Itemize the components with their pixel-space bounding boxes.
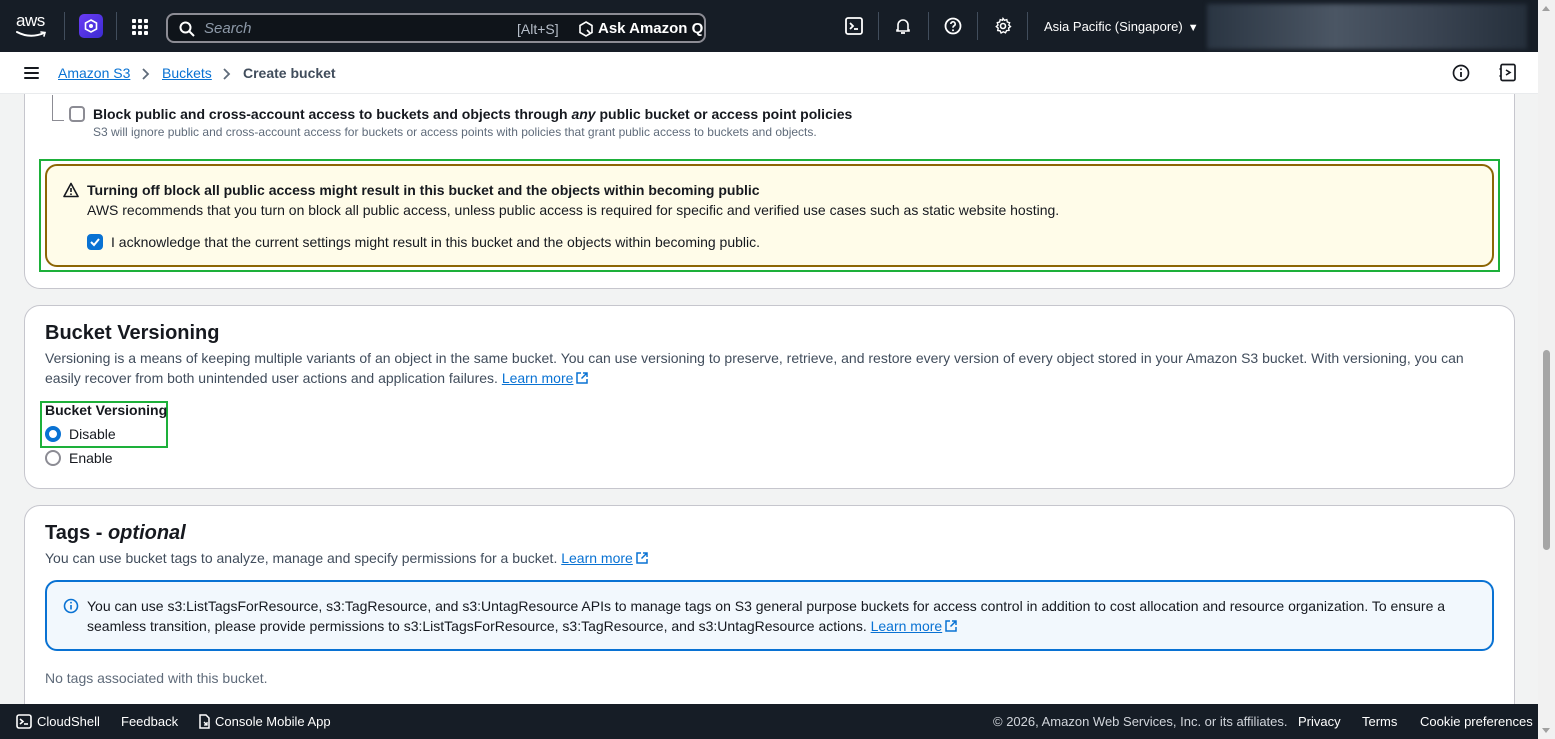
settings-gear-icon[interactable] bbox=[994, 17, 1012, 35]
breadcrumb-create-bucket: Create bucket bbox=[243, 65, 336, 81]
footer: CloudShell Feedback Console Mobile App ©… bbox=[0, 704, 1538, 739]
cloudshell-icon[interactable] bbox=[16, 714, 32, 729]
block-any-policy-description: S3 will ignore public and cross-account … bbox=[93, 125, 817, 139]
search-shortcut: [Alt+S] bbox=[517, 21, 559, 37]
scroll-down-icon[interactable] bbox=[1542, 728, 1550, 733]
versioning-enable-label[interactable]: Enable bbox=[69, 450, 113, 466]
aws-logo-text: aws bbox=[16, 11, 45, 30]
region-selector[interactable]: Asia Pacific (Singapore) ▼ bbox=[1044, 19, 1199, 34]
checkmark-icon bbox=[90, 238, 100, 247]
tags-info-text: You can use s3:ListTagsForResource, s3:T… bbox=[87, 598, 1446, 634]
tags-info-learn-more-link[interactable]: Learn more bbox=[871, 618, 943, 634]
chevron-right-icon bbox=[141, 65, 150, 83]
services-grid-icon[interactable] bbox=[132, 19, 148, 35]
mobile-app-icon[interactable] bbox=[198, 714, 211, 729]
nav-divider bbox=[928, 12, 929, 40]
aws-logo[interactable]: aws bbox=[16, 12, 50, 40]
nav-divider bbox=[1027, 12, 1028, 40]
tree-connector bbox=[52, 95, 64, 121]
help-icon[interactable] bbox=[944, 17, 962, 35]
nav-divider bbox=[878, 12, 879, 40]
tags-heading: Tags - optional bbox=[45, 522, 186, 544]
top-navigation: aws Search [Alt+S] Ask Amazon Q Asia Pac… bbox=[0, 0, 1555, 52]
scrollbar-thumb[interactable] bbox=[1543, 350, 1550, 550]
versioning-description: Versioning is a means of keeping multipl… bbox=[45, 350, 1464, 386]
notifications-bell-icon[interactable] bbox=[894, 17, 912, 35]
nav-divider bbox=[977, 12, 978, 40]
versioning-field-label: Bucket Versioning bbox=[45, 402, 168, 418]
external-link-icon[interactable] bbox=[576, 372, 589, 384]
footer-feedback[interactable]: Feedback bbox=[121, 714, 178, 729]
acknowledge-checkbox[interactable] bbox=[87, 234, 103, 250]
warning-title: Turning off block all public access migh… bbox=[87, 182, 760, 198]
scroll-up-icon[interactable] bbox=[1542, 6, 1550, 11]
aws-smile-icon bbox=[16, 31, 47, 37]
tags-description: You can use bucket tags to analyze, mana… bbox=[45, 548, 648, 568]
footer-cloudshell[interactable]: CloudShell bbox=[37, 714, 100, 729]
cloudshell-icon[interactable] bbox=[845, 17, 863, 35]
page-scrollbar[interactable] bbox=[1538, 0, 1555, 739]
breadcrumb-bar: Amazon S3 Buckets Create bucket bbox=[0, 52, 1538, 94]
breadcrumb-amazon-s3[interactable]: Amazon S3 bbox=[58, 65, 130, 81]
menu-hamburger-icon[interactable] bbox=[24, 67, 39, 79]
block-any-policy-title: Block public and cross-account access to… bbox=[93, 106, 853, 122]
versioning-enable-radio[interactable] bbox=[45, 450, 61, 466]
caret-down-icon: ▼ bbox=[1187, 22, 1199, 34]
info-icon bbox=[63, 598, 79, 614]
versioning-learn-more-link[interactable]: Learn more bbox=[502, 370, 574, 386]
search-input[interactable]: Search [Alt+S] Ask Amazon Q bbox=[166, 13, 706, 43]
acknowledge-label[interactable]: I acknowledge that the current settings … bbox=[111, 234, 760, 250]
footer-mobile-app[interactable]: Console Mobile App bbox=[215, 714, 331, 729]
nav-divider bbox=[116, 12, 117, 40]
region-label: Asia Pacific (Singapore) bbox=[1044, 19, 1183, 34]
nav-divider bbox=[64, 12, 65, 40]
breadcrumb-buckets[interactable]: Buckets bbox=[162, 65, 212, 81]
external-link-icon[interactable] bbox=[945, 620, 957, 632]
info-panel-icon[interactable] bbox=[1452, 64, 1470, 82]
warning-icon bbox=[63, 182, 79, 198]
versioning-disable-radio[interactable] bbox=[45, 426, 61, 442]
ask-amazon-q-button[interactable]: Ask Amazon Q bbox=[598, 20, 703, 37]
search-icon bbox=[179, 21, 195, 37]
footer-terms[interactable]: Terms bbox=[1362, 714, 1397, 729]
block-any-policy-checkbox[interactable] bbox=[69, 106, 85, 122]
tags-learn-more-link[interactable]: Learn more bbox=[561, 550, 633, 566]
app-shortcut-icon[interactable] bbox=[79, 14, 103, 38]
footer-copyright: © 2026, Amazon Web Services, Inc. or its… bbox=[993, 714, 1288, 729]
bucket-versioning-card bbox=[24, 305, 1515, 489]
versioning-disable-label[interactable]: Disable bbox=[69, 426, 116, 442]
footer-cookie-preferences[interactable]: Cookie preferences bbox=[1420, 714, 1533, 729]
no-tags-message: No tags associated with this bucket. bbox=[45, 670, 268, 686]
versioning-heading: Bucket Versioning bbox=[45, 322, 220, 344]
search-placeholder: Search bbox=[204, 20, 252, 37]
side-panel-icon[interactable] bbox=[1499, 63, 1517, 82]
account-menu-redacted[interactable] bbox=[1207, 4, 1527, 49]
amazon-q-icon bbox=[579, 21, 593, 37]
external-link-icon[interactable] bbox=[636, 552, 648, 564]
chevron-right-icon bbox=[222, 65, 231, 83]
footer-privacy[interactable]: Privacy bbox=[1298, 714, 1341, 729]
warning-body: AWS recommends that you turn on block al… bbox=[87, 202, 1060, 218]
